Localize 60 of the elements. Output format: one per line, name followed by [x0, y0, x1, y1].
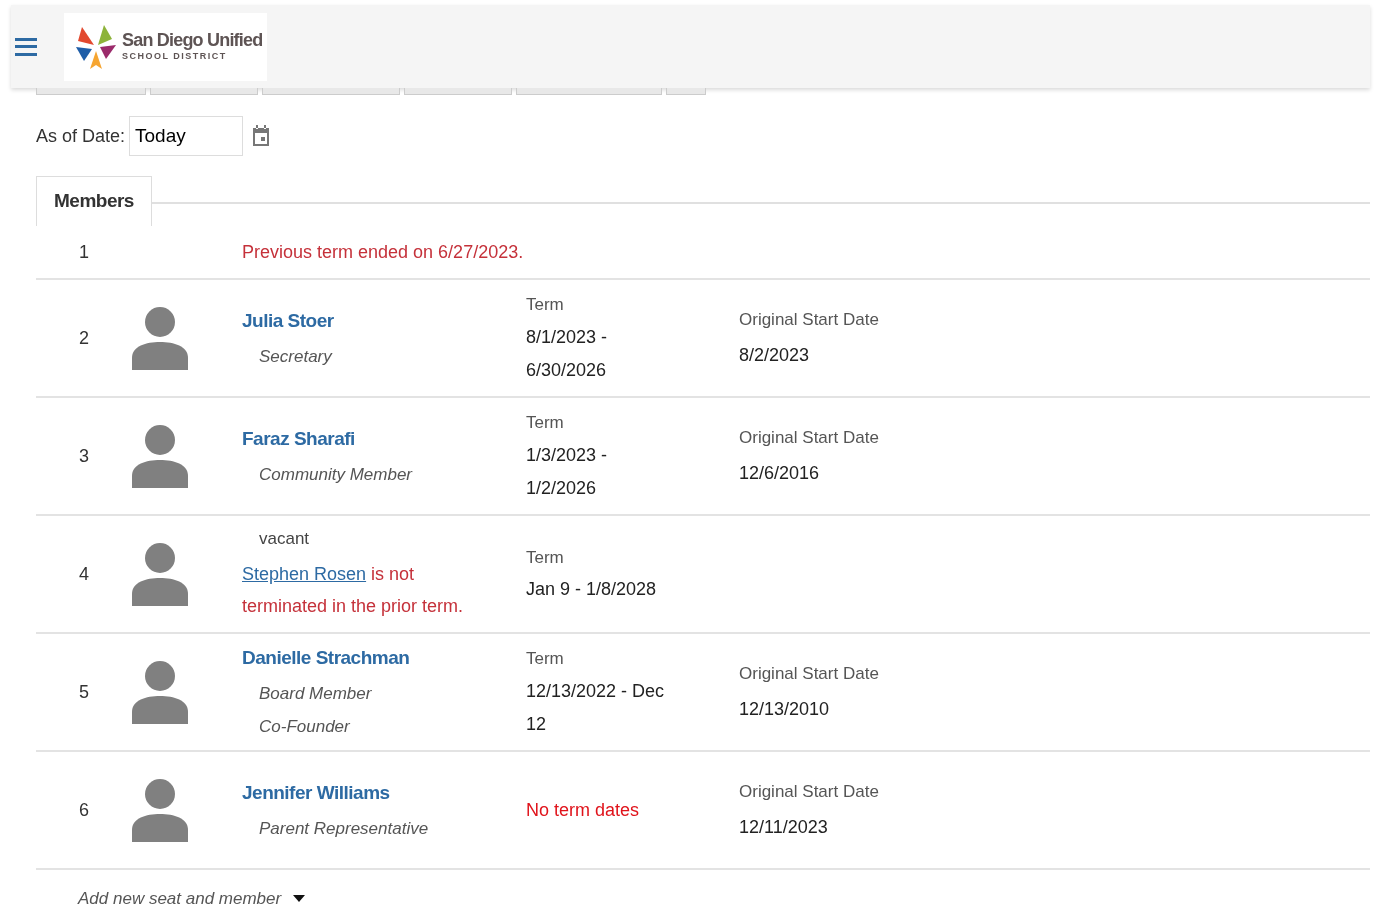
- seat-number: 3: [79, 444, 89, 468]
- district-logo[interactable]: San Diego Unified SCHOOL DISTRICT: [64, 12, 267, 81]
- member-role: Community Member: [258, 463, 414, 486]
- term-label: Term: [526, 412, 565, 435]
- person-icon: [132, 660, 188, 724]
- original-start-date: 12/11/2023: [739, 816, 829, 840]
- logo-title: San Diego Unified: [122, 29, 263, 50]
- person-icon: [132, 306, 188, 370]
- term-dates: 12/13/2022 - Dec: [526, 679, 666, 703]
- date-field[interactable]: Today: [129, 116, 244, 156]
- original-start-label: Original Start Date: [739, 308, 879, 331]
- tab-stub[interactable]: [262, 88, 400, 95]
- term-dates: 6/30/2026: [526, 358, 608, 382]
- term-label: Term: [526, 546, 565, 569]
- as-of-date-label: As of Date:: [36, 124, 126, 148]
- term-dates: 1/3/2023 -: [526, 443, 609, 467]
- no-term-message: No term dates: [526, 799, 640, 820]
- term-label: Term: [526, 648, 565, 671]
- member-role: Secretary: [258, 345, 334, 368]
- member-name-link[interactable]: Julia Stoer: [242, 307, 526, 336]
- term-dates: 8/1/2023 -: [526, 325, 609, 349]
- tab-stub[interactable]: [666, 88, 706, 95]
- term-dates: 1/2/2026: [526, 476, 598, 500]
- term-label: Term: [526, 294, 565, 317]
- calendar-icon[interactable]: [251, 125, 272, 147]
- tab-stub[interactable]: [404, 88, 512, 95]
- member-name-link[interactable]: Faraz Sharafi: [242, 425, 526, 454]
- add-seat-dropdown[interactable]: Add new seat and member: [78, 886, 306, 912]
- original-start-label: Original Start Date: [739, 780, 879, 803]
- seat-number: 2: [79, 326, 89, 350]
- person-icon: [132, 778, 188, 842]
- member-role: Co-Founder: [258, 716, 351, 739]
- member-role: Parent Representative: [258, 817, 430, 840]
- seat-number: 1: [79, 240, 89, 264]
- original-start-date: 12/13/2010: [739, 698, 831, 722]
- person-icon: [132, 542, 188, 606]
- member-name-link[interactable]: Danielle Strachman: [242, 644, 526, 673]
- original-start-label: Original Start Date: [739, 426, 879, 449]
- previous-term-message: Previous term ended on 6/27/2023.: [242, 240, 524, 264]
- seat-number: 6: [79, 798, 89, 822]
- tab-stub[interactable]: [516, 88, 662, 95]
- original-start-label: Original Start Date: [739, 662, 879, 685]
- members-tab[interactable]: Members: [36, 176, 152, 226]
- menu-icon[interactable]: [15, 37, 39, 56]
- term-dates: Jan 9 - 1/8/2028: [526, 578, 658, 602]
- caret-icon: [293, 895, 306, 903]
- person-icon: [132, 424, 188, 488]
- tab-stub[interactable]: [150, 88, 258, 95]
- term-dates: 12: [526, 712, 548, 736]
- seat-number: 4: [79, 562, 89, 586]
- member-name-link[interactable]: Stephen Rosen: [242, 563, 367, 584]
- seat-number: 5: [79, 680, 89, 704]
- tab-stub[interactable]: [36, 88, 146, 95]
- member-role: Board Member: [258, 682, 373, 705]
- logo-subtitle: SCHOOL DISTRICT: [122, 50, 228, 63]
- member-name-link[interactable]: Jennifer Williams: [242, 779, 526, 808]
- vacant-label: vacant: [258, 528, 311, 551]
- original-start-date: 12/6/2016: [739, 462, 821, 486]
- original-start-date: 8/2/2023: [739, 344, 811, 368]
- not-terminated-warning: Stephen Rosen is not terminated in the prior term.: [242, 562, 465, 618]
